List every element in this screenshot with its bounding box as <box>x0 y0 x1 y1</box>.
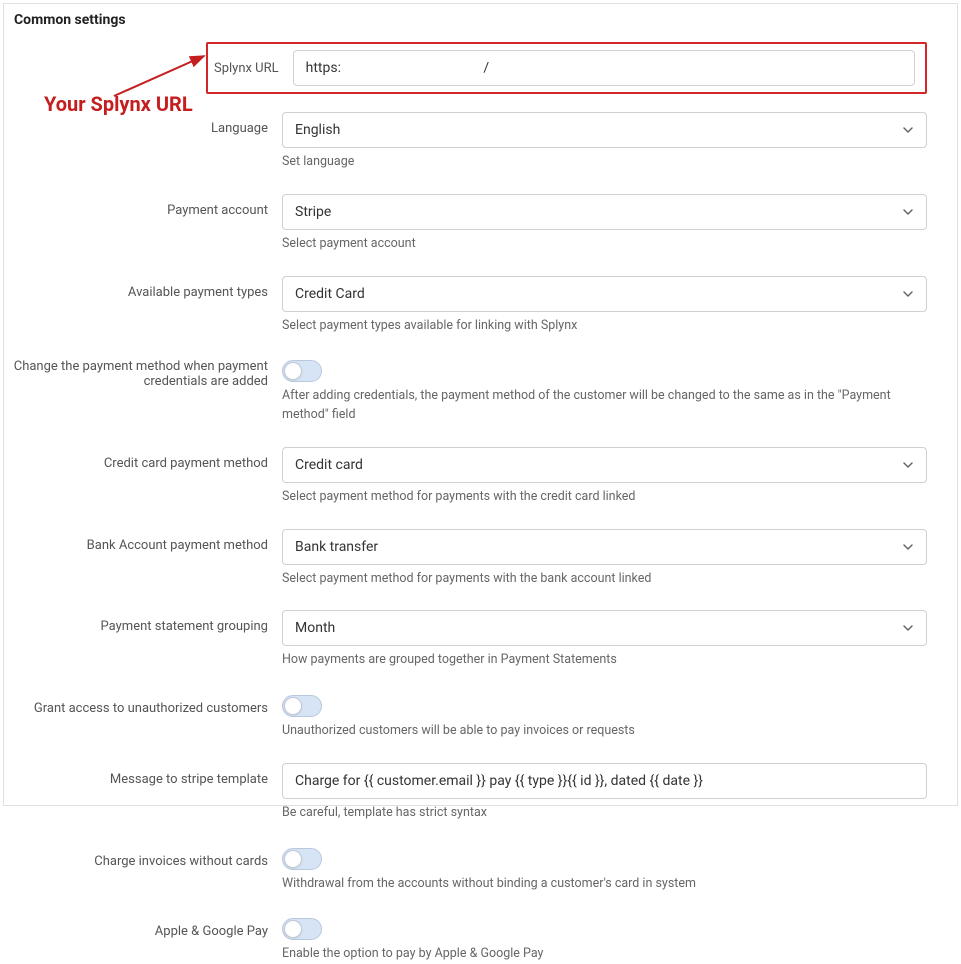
toggle-knob <box>284 920 302 938</box>
cc-payment-label: Credit card payment method <box>4 447 282 471</box>
payment-types-label: Available payment types <box>4 276 282 300</box>
cc-payment-row: Credit card payment method Credit card S… <box>4 447 957 507</box>
apple-google-pay-row: Apple & Google Pay Enable the option to … <box>4 915 957 964</box>
toggle-knob <box>284 697 302 715</box>
language-value: English <box>295 122 340 138</box>
bank-payment-help: Select payment method for payments with … <box>282 570 927 589</box>
apple-google-pay-help: Enable the option to pay by Apple & Goog… <box>282 945 927 964</box>
language-select[interactable]: English <box>282 112 927 148</box>
charge-without-cards-row: Charge invoices without cards Withdrawal… <box>4 845 957 894</box>
grant-access-label: Grant access to unauthorized customers <box>4 692 282 716</box>
annotation-text: Your Splynx URL <box>44 92 193 116</box>
language-help: Set language <box>282 153 927 172</box>
payment-types-help: Select payment types available for linki… <box>282 317 927 336</box>
payment-account-row: Payment account Stripe Select payment ac… <box>4 194 957 254</box>
chevron-down-icon <box>902 622 914 634</box>
chevron-down-icon <box>902 206 914 218</box>
payment-account-value: Stripe <box>295 204 331 220</box>
toggle-knob <box>284 850 302 868</box>
chevron-down-icon <box>902 124 914 136</box>
charge-without-cards-toggle[interactable] <box>282 848 322 870</box>
cc-payment-help: Select payment method for payments with … <box>282 488 927 507</box>
charge-without-cards-label: Charge invoices without cards <box>4 845 282 869</box>
payment-account-select[interactable]: Stripe <box>282 194 927 230</box>
payment-account-label: Payment account <box>4 194 282 218</box>
statement-grouping-row: Payment statement grouping Month How pay… <box>4 610 957 670</box>
change-payment-row: Change the payment method when payment c… <box>4 357 957 425</box>
chevron-down-icon <box>902 459 914 471</box>
stripe-template-label: Message to stripe template <box>4 763 282 787</box>
bank-payment-select[interactable]: Bank transfer <box>282 529 927 565</box>
toggle-knob <box>284 362 302 380</box>
apple-google-pay-toggle[interactable] <box>282 918 322 940</box>
payment-types-select[interactable]: Credit Card <box>282 276 927 312</box>
stripe-template-row: Message to stripe template Be careful, t… <box>4 763 957 823</box>
statement-grouping-help: How payments are grouped together in Pay… <box>282 651 927 670</box>
statement-grouping-label: Payment statement grouping <box>4 610 282 634</box>
splynx-url-label: Splynx URL <box>214 61 293 76</box>
bank-payment-row: Bank Account payment method Bank transfe… <box>4 529 957 589</box>
grant-access-toggle[interactable] <box>282 695 322 717</box>
apple-google-pay-label: Apple & Google Pay <box>4 915 282 939</box>
payment-account-help: Select payment account <box>282 235 927 254</box>
stripe-template-input[interactable] <box>282 763 927 799</box>
settings-panel: Common settings Your Splynx URL Splynx U… <box>3 3 958 806</box>
change-payment-toggle[interactable] <box>282 360 322 382</box>
payment-types-value: Credit Card <box>295 286 365 302</box>
change-payment-label: Change the payment method when payment c… <box>4 357 282 389</box>
language-row: Language English Set language <box>4 112 957 172</box>
stripe-template-help: Be careful, template has strict syntax <box>282 804 927 823</box>
grant-access-row: Grant access to unauthorized customers U… <box>4 692 957 741</box>
splynx-url-row: Splynx URL <box>4 42 957 94</box>
splynx-url-input[interactable] <box>293 50 915 86</box>
statement-grouping-value: Month <box>295 620 335 636</box>
charge-without-cards-help: Withdrawal from the accounts without bin… <box>282 875 927 894</box>
panel-title: Common settings <box>4 4 957 38</box>
splynx-url-highlight: Splynx URL <box>206 42 927 94</box>
cc-payment-value: Credit card <box>295 457 363 473</box>
cc-payment-select[interactable]: Credit card <box>282 447 927 483</box>
bank-payment-label: Bank Account payment method <box>4 529 282 553</box>
form-container: Splynx URL Language English Set language <box>4 38 957 964</box>
payment-types-row: Available payment types Credit Card Sele… <box>4 276 957 336</box>
statement-grouping-select[interactable]: Month <box>282 610 927 646</box>
grant-access-help: Unauthorized customers will be able to p… <box>282 722 927 741</box>
chevron-down-icon <box>902 541 914 553</box>
bank-payment-value: Bank transfer <box>295 539 378 555</box>
change-payment-help: After adding credentials, the payment me… <box>282 387 927 425</box>
chevron-down-icon <box>902 288 914 300</box>
